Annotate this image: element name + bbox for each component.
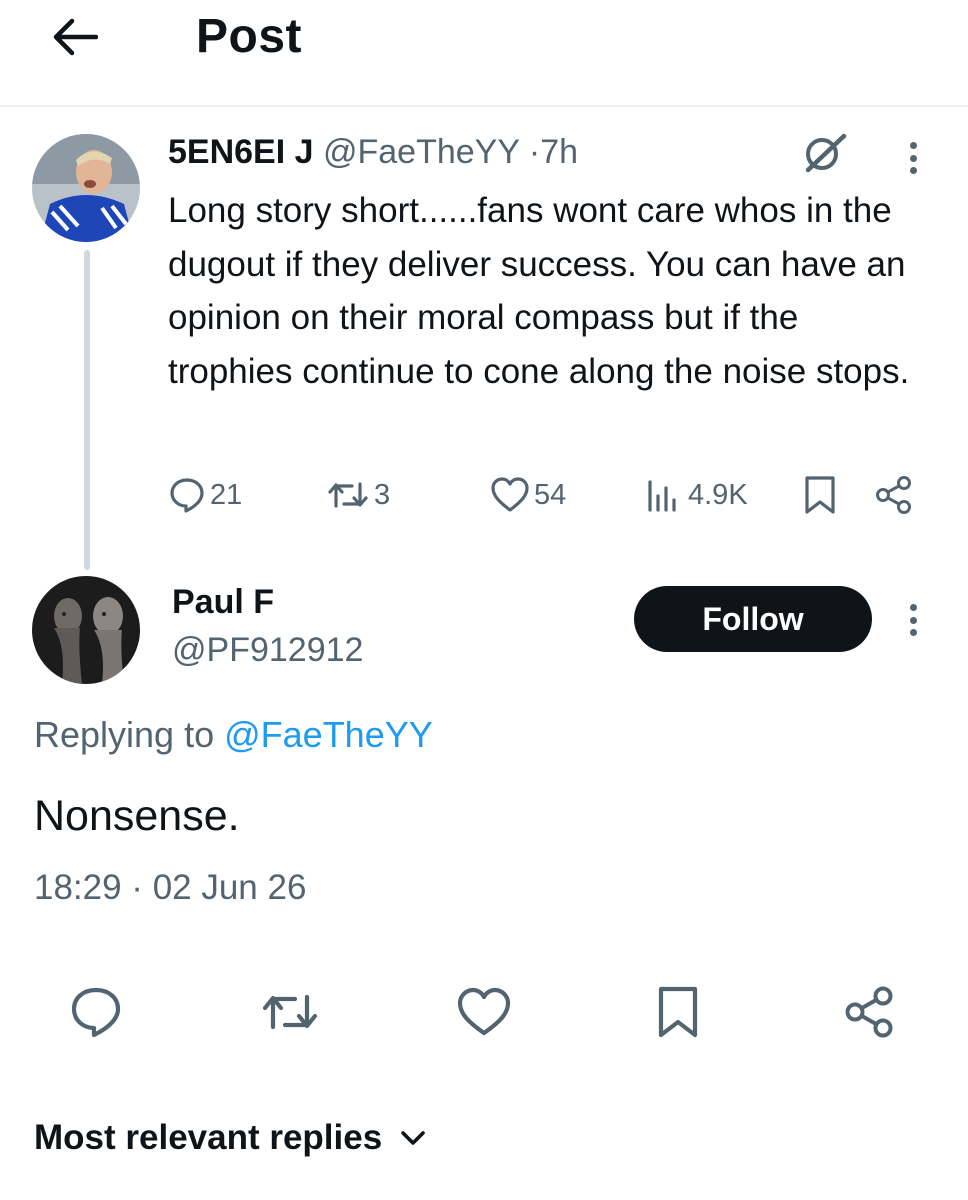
views-button[interactable]: 4.9K	[644, 468, 748, 522]
reply-button[interactable]: 21	[168, 468, 242, 522]
views-chart-icon	[648, 480, 676, 512]
thread-connector-line	[84, 250, 90, 570]
replies-sort-dropdown[interactable]: Most relevant replies	[34, 1110, 426, 1166]
reply-display-name[interactable]: Paul F	[172, 580, 274, 624]
more-vertical-icon[interactable]	[898, 136, 928, 180]
replying-to-line: Replying to @FaeTheYY	[34, 712, 433, 758]
reply-count: 21	[210, 478, 243, 511]
share-icon	[876, 476, 911, 514]
parent-display-name[interactable]: 5EN6EI J	[168, 133, 314, 171]
arrow-left-icon	[53, 18, 98, 56]
parent-handle[interactable]: @FaeTheYY	[323, 133, 519, 171]
like-count: 54	[534, 478, 567, 511]
top-bar: Post	[0, 0, 968, 107]
repost-count: 3	[374, 478, 391, 511]
grok-icon[interactable]	[800, 132, 848, 174]
share-icon	[845, 986, 893, 1038]
heart-icon	[491, 477, 529, 512]
reply-action-bar	[0, 980, 968, 1044]
reply-bubble-icon	[71, 987, 121, 1038]
reply-handle[interactable]: @PF912912	[172, 628, 363, 672]
views-count: 4.9K	[688, 478, 748, 511]
share-button[interactable]	[838, 980, 902, 1044]
parent-post-text: Long story short......fans wont care who…	[168, 191, 910, 391]
bookmark-icon	[805, 476, 835, 514]
share-button[interactable]	[874, 468, 914, 522]
repost-icon	[262, 994, 318, 1030]
bookmark-button[interactable]	[646, 980, 710, 1044]
bookmark-button[interactable]	[802, 468, 838, 522]
reply-bubble-icon	[170, 478, 204, 513]
like-button[interactable]	[452, 980, 516, 1044]
repost-button[interactable]	[258, 980, 322, 1044]
more-vertical-icon[interactable]	[898, 598, 928, 642]
parent-avatar[interactable]	[32, 134, 140, 242]
bookmark-icon	[658, 986, 698, 1038]
like-button[interactable]: 54	[490, 468, 566, 522]
chevron-down-icon	[401, 1131, 426, 1145]
separator-dot: ·	[528, 133, 541, 171]
replying-to-prefix: Replying to	[34, 714, 225, 755]
heart-icon	[457, 987, 511, 1036]
reply-post-text: Nonsense.	[34, 792, 240, 840]
page-title: Post	[196, 10, 303, 63]
parent-action-bar: 21 3 54 4.9K	[0, 468, 968, 522]
follow-button[interactable]: Follow	[634, 586, 872, 652]
reply-timestamp[interactable]: 18:29 · 02 Jun 26	[34, 866, 306, 910]
repost-icon	[328, 482, 368, 508]
replies-sort-label: Most relevant replies	[34, 1118, 383, 1157]
parent-post-header: 5EN6EI J @FaeTheYY ·7h	[168, 130, 578, 174]
reply-avatar[interactable]	[32, 576, 140, 684]
reply-button[interactable]	[64, 980, 128, 1044]
repost-button[interactable]: 3	[326, 468, 390, 522]
back-button[interactable]	[46, 12, 104, 62]
replying-to-handle-link[interactable]: @FaeTheYY	[224, 714, 433, 755]
parent-time[interactable]: 7h	[540, 133, 578, 171]
